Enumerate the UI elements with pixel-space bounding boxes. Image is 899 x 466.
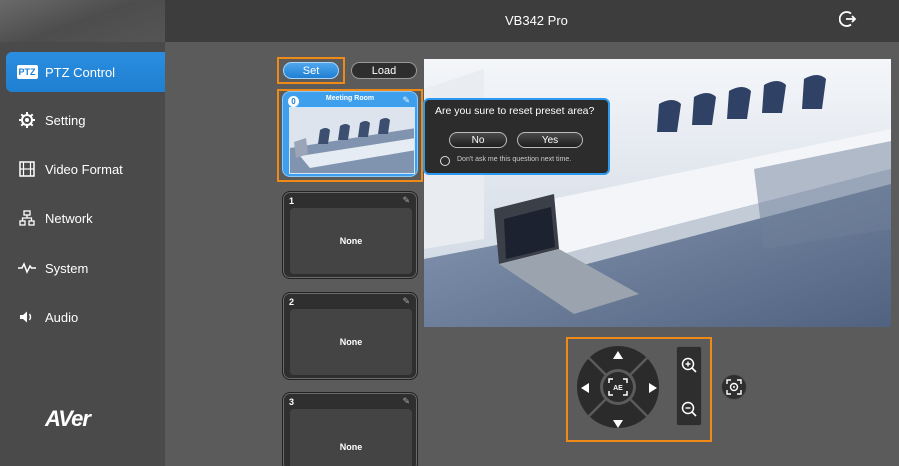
preset-card-0[interactable]: 0 Meeting Room ✎ <box>282 91 418 177</box>
film-icon <box>18 160 36 178</box>
sidebar-item-label: System <box>45 260 89 276</box>
arrow-right-icon[interactable] <box>648 381 658 393</box>
preset-card-3[interactable]: 3 ✎ None <box>282 392 418 466</box>
home-position-icon[interactable]: AE <box>607 377 629 397</box>
page-title: VB342 Pro <box>505 13 568 28</box>
sidebar-item-audio[interactable]: Audio <box>0 297 165 337</box>
svg-text:AE: AE <box>613 385 623 392</box>
preset-number: 3 <box>289 397 295 407</box>
no-button[interactable]: No <box>449 132 507 148</box>
sidebar-item-network[interactable]: Network <box>0 198 165 238</box>
pencil-icon[interactable]: ✎ <box>402 95 410 106</box>
preset-empty-label: None <box>290 309 412 375</box>
load-button[interactable]: Load <box>351 62 417 79</box>
preset-empty-label: None <box>290 409 412 466</box>
pulse-icon <box>18 259 36 277</box>
pencil-icon[interactable]: ✎ <box>402 396 410 407</box>
sidebar-item-ptz-control[interactable]: PTZ PTZ Control <box>6 52 165 92</box>
pencil-icon[interactable]: ✎ <box>402 296 410 307</box>
sidebar-item-label: Setting <box>45 112 86 128</box>
network-icon <box>18 209 36 227</box>
arrow-up-icon[interactable] <box>612 347 624 359</box>
sidebar-item-label: Audio <box>45 309 79 325</box>
sidebar: PTZ PTZ Control Setting Video Format Net… <box>0 0 165 466</box>
sidebar-item-label: Video Format <box>45 161 123 177</box>
dont-ask-radio[interactable] <box>440 156 450 166</box>
speaker-icon <box>18 308 36 326</box>
preset-thumbnail <box>289 107 415 174</box>
zoom-out-icon[interactable] <box>679 399 699 419</box>
dont-ask-label: Don't ask me this question next time. <box>457 156 572 163</box>
sidebar-header <box>0 0 165 42</box>
logout-icon[interactable] <box>838 10 857 28</box>
ptz-badge-icon: PTZ <box>16 65 38 79</box>
preset-number: 1 <box>289 196 295 206</box>
dialog-question: Are you sure to reset preset area? <box>435 105 595 117</box>
zoom-controls <box>676 346 702 426</box>
topbar: VB342 Pro <box>165 0 899 42</box>
preset-card-1[interactable]: 1 ✎ None <box>282 191 418 279</box>
pencil-icon[interactable]: ✎ <box>402 195 410 206</box>
sidebar-item-system[interactable]: System <box>0 248 165 288</box>
preset-empty-label: None <box>290 208 412 274</box>
sidebar-item-label: PTZ Control <box>45 64 116 80</box>
focus-icon[interactable] <box>721 374 747 400</box>
sidebar-item-video-format[interactable]: Video Format <box>0 149 165 189</box>
sidebar-item-label: Network <box>45 210 93 226</box>
brand-logo: AVer <box>45 406 91 431</box>
arrow-left-icon[interactable] <box>580 381 590 393</box>
sidebar-item-setting[interactable]: Setting <box>0 100 165 140</box>
preset-name: Meeting Room <box>325 95 375 102</box>
confirm-reset-dialog: Are you sure to reset preset area? No Ye… <box>423 98 610 175</box>
set-button[interactable]: Set <box>283 62 339 79</box>
gear-icon <box>18 111 36 129</box>
yes-button[interactable]: Yes <box>517 132 583 148</box>
zoom-in-icon[interactable] <box>679 355 699 375</box>
arrow-down-icon[interactable] <box>612 416 624 428</box>
preset-number: 2 <box>289 297 295 307</box>
preset-card-2[interactable]: 2 ✎ None <box>282 292 418 380</box>
